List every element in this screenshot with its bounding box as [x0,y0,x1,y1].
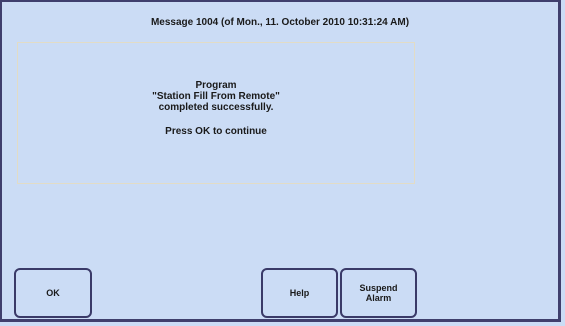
suspend-alarm-label-line1: Suspend [359,283,398,293]
help-button-label: Help [289,288,310,298]
dialog-title: Message 1004 (of Mon., 11. October 2010 … [150,17,410,28]
message-line-program-name: "Station Fill From Remote" [152,91,280,102]
screen: Message 1004 (of Mon., 11. October 2010 … [0,0,565,326]
ok-button-label: OK [46,288,60,298]
message-line-status: completed successfully. [158,102,274,113]
ok-button[interactable]: OK [14,268,92,318]
message-line-instruction: Press OK to continue [165,126,267,137]
suspend-alarm-label: Suspend Alarm [359,283,397,303]
help-button[interactable]: Help [261,268,338,318]
message-box: Program "Station Fill From Remote" compl… [17,42,415,184]
suspend-alarm-label-line2: Alarm [365,293,392,303]
suspend-alarm-button[interactable]: Suspend Alarm [340,268,417,318]
message-dialog: Message 1004 (of Mon., 11. October 2010 … [0,0,561,322]
message-line-program: Program [195,80,237,91]
